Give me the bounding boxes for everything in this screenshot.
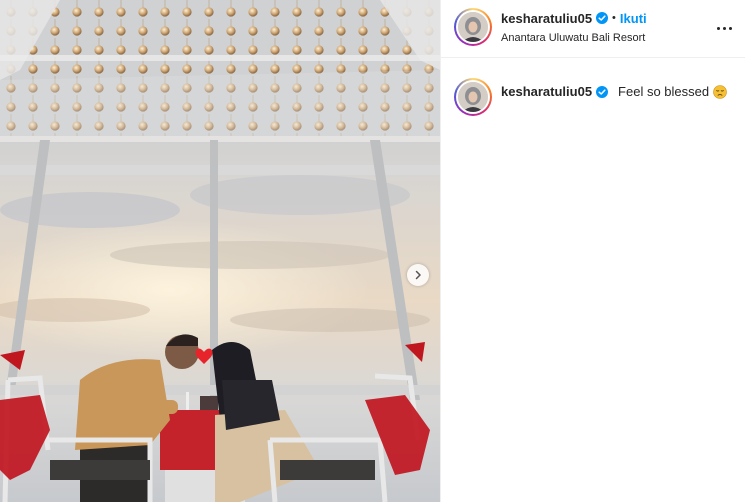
more-dot-icon (716, 26, 720, 30)
author-username[interactable]: kesharatuliu05 (501, 11, 592, 26)
caption-username[interactable]: kesharatuliu05 (501, 84, 592, 99)
caption-avatar[interactable] (454, 78, 492, 116)
avatar-photo (458, 12, 488, 42)
post-photo (0, 0, 440, 502)
post-sidebar: kesharatuliu05 • Ikuti Anantara Uluwatu … (440, 0, 745, 502)
avatar-photo (458, 82, 488, 112)
post-header: kesharatuliu05 • Ikuti Anantara Uluwatu … (441, 0, 745, 58)
follow-button[interactable]: Ikuti (620, 11, 647, 26)
carousel-next-button[interactable] (407, 264, 429, 286)
verified-badge-icon (596, 85, 609, 98)
avatar[interactable] (454, 8, 492, 46)
verified-badge-icon (596, 12, 609, 24)
post-media[interactable] (0, 0, 440, 502)
chevron-right-icon (415, 270, 421, 280)
pensive-face-icon (713, 84, 727, 99)
more-dot-icon (728, 26, 732, 30)
more-dot-icon (722, 26, 726, 30)
more-options-button[interactable] (714, 18, 734, 38)
location-link[interactable]: Anantara Uluwatu Bali Resort (501, 32, 731, 44)
caption-text: Feel so blessed (618, 84, 710, 99)
separator-dot: • (612, 12, 616, 24)
